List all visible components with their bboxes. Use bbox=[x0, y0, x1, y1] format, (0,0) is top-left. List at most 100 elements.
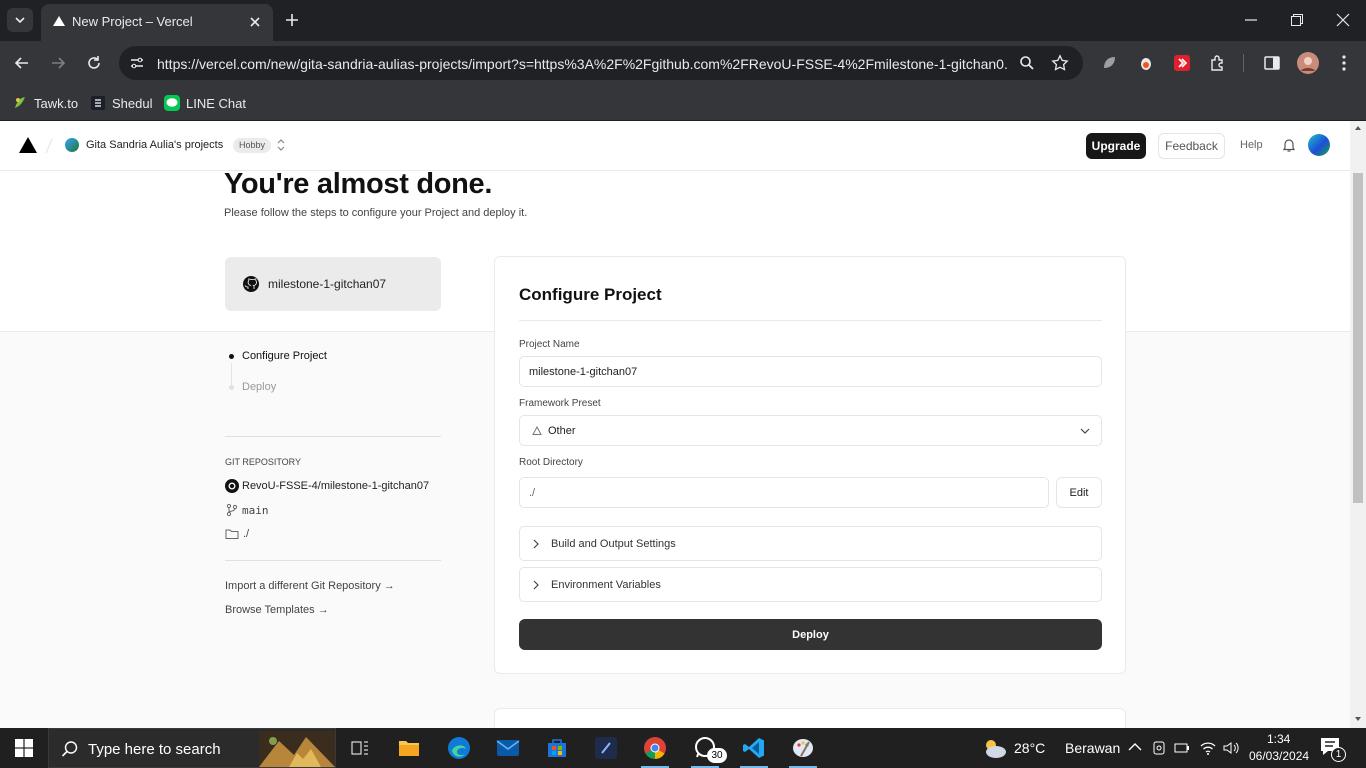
vercel-logo-icon[interactable] bbox=[18, 136, 38, 154]
battery-plug-icon[interactable] bbox=[1174, 740, 1190, 756]
repo-card-name: milestone-1-gitchan07 bbox=[268, 277, 387, 291]
zoom-search-icon[interactable] bbox=[1019, 55, 1035, 71]
shedul-icon bbox=[91, 96, 105, 110]
scrollbar-thumb[interactable] bbox=[1353, 173, 1363, 503]
framework-preset-label: Framework Preset bbox=[519, 398, 601, 409]
close-tab-icon[interactable] bbox=[247, 14, 263, 30]
restore-window-icon[interactable] bbox=[1290, 13, 1304, 27]
notification-center-button[interactable]: 1 bbox=[1320, 737, 1346, 762]
meet-now-icon[interactable] bbox=[1151, 740, 1167, 756]
bookmark-shedul[interactable]: Shedul bbox=[90, 92, 152, 114]
mail-button[interactable] bbox=[486, 728, 530, 768]
feedback-button[interactable]: Feedback bbox=[1158, 133, 1225, 159]
taskbar-search-box[interactable]: Type here to search bbox=[48, 728, 336, 768]
clock-date[interactable]: 06/03/2024 bbox=[1249, 749, 1309, 763]
task-view-icon bbox=[351, 741, 368, 755]
scroll-down-arrow-icon[interactable] bbox=[1354, 716, 1362, 722]
vercel-page: Gita Sandria Aulia's projects Hobby Upgr… bbox=[0, 121, 1350, 728]
bookmarks-bar: Tawk.to Shedul LINE Chat bbox=[0, 85, 1366, 121]
dark-app-icon bbox=[595, 737, 617, 759]
edge-button[interactable] bbox=[437, 728, 481, 768]
vscode-button[interactable] bbox=[732, 728, 776, 768]
github-icon bbox=[243, 276, 259, 292]
wifi-icon[interactable] bbox=[1199, 740, 1217, 756]
scope-name[interactable]: Gita Sandria Aulia's projects bbox=[86, 139, 223, 151]
weather-cloud-sun-icon[interactable] bbox=[981, 737, 1007, 759]
notification-count-badge: 1 bbox=[1331, 747, 1346, 762]
import-different-repo-link[interactable]: Import a different Git Repository → bbox=[225, 580, 395, 592]
extension-flame-icon[interactable] bbox=[1137, 54, 1155, 72]
paint-button[interactable] bbox=[781, 728, 825, 768]
root-directory-input[interactable]: ./ bbox=[519, 477, 1049, 508]
forward-arrow-icon[interactable] bbox=[49, 54, 67, 72]
search-icon bbox=[61, 741, 78, 757]
tab-search-button[interactable] bbox=[7, 8, 33, 32]
volume-icon[interactable] bbox=[1222, 740, 1240, 756]
new-tab-icon[interactable] bbox=[283, 11, 301, 29]
page-subtitle: Please follow the steps to configure you… bbox=[224, 207, 528, 219]
git-repo-name[interactable]: RevoU-FSSE-4/milestone-1-gitchan07 bbox=[242, 480, 429, 492]
selector-chevrons-icon[interactable] bbox=[276, 138, 286, 152]
browse-templates-link[interactable]: Browse Templates → bbox=[225, 604, 329, 616]
more-menu-icon[interactable] bbox=[1336, 54, 1352, 72]
tab-title: New Project – Vercel bbox=[72, 14, 193, 29]
user-avatar[interactable] bbox=[1308, 134, 1330, 156]
environment-variables-accordion[interactable]: Environment Variables bbox=[519, 567, 1102, 602]
bookmark-label: Shedul bbox=[112, 95, 153, 111]
file-explorer-button[interactable] bbox=[387, 728, 431, 768]
extensions-puzzle-icon[interactable] bbox=[1209, 54, 1227, 72]
taskbar-search-placeholder: Type here to search bbox=[88, 741, 221, 758]
notification-bell-icon[interactable] bbox=[1281, 137, 1297, 153]
step-configure-project: Configure Project bbox=[242, 350, 327, 362]
profile-avatar-icon[interactable] bbox=[1297, 52, 1319, 74]
bookmark-label: LINE Chat bbox=[186, 95, 246, 111]
help-link[interactable]: Help bbox=[1240, 139, 1263, 151]
reload-icon[interactable] bbox=[85, 54, 103, 72]
build-output-settings-accordion[interactable]: Build and Output Settings bbox=[519, 526, 1102, 561]
bookmark-star-icon[interactable] bbox=[1051, 54, 1069, 72]
scroll-up-arrow-icon[interactable] bbox=[1354, 125, 1362, 131]
edit-root-directory-button[interactable]: Edit bbox=[1056, 477, 1102, 508]
task-view-button[interactable] bbox=[338, 728, 382, 768]
search-highlight-image-icon bbox=[259, 731, 335, 767]
app-button-dark[interactable] bbox=[584, 728, 628, 768]
whatsapp-button[interactable]: 30 bbox=[683, 728, 727, 768]
minimize-window-icon[interactable] bbox=[1244, 13, 1258, 27]
weather-desc[interactable]: Berawan bbox=[1065, 740, 1120, 756]
page-scrollbar[interactable] bbox=[1350, 121, 1366, 728]
folder-icon bbox=[399, 741, 419, 756]
weather-temp[interactable]: 28°C bbox=[1014, 740, 1045, 756]
root-directory-label: Root Directory bbox=[519, 457, 583, 468]
back-arrow-icon[interactable] bbox=[13, 54, 31, 72]
browser-toolbar: https://vercel.com/new/gita-sandria-auli… bbox=[0, 41, 1366, 85]
deploy-button[interactable]: Deploy bbox=[519, 619, 1102, 650]
side-panel-icon[interactable] bbox=[1263, 54, 1281, 72]
url-text: https://vercel.com/new/gita-sandria-auli… bbox=[157, 56, 1009, 72]
chrome-button[interactable] bbox=[633, 728, 677, 768]
project-name-input[interactable]: milestone-1-gitchan07 bbox=[519, 356, 1102, 387]
git-repository-heading: GIT REPOSITORY bbox=[225, 457, 302, 467]
step-dot-active bbox=[229, 354, 234, 359]
address-bar[interactable]: https://vercel.com/new/gita-sandria-auli… bbox=[119, 46, 1083, 80]
extension-leaf-icon[interactable] bbox=[1100, 54, 1118, 72]
git-directory: ./ bbox=[243, 528, 250, 540]
framework-preset-select[interactable]: Other bbox=[519, 415, 1102, 446]
extension-red-icon[interactable] bbox=[1173, 54, 1191, 72]
page-title: You're almost done. bbox=[224, 168, 493, 200]
breadcrumb-slash-icon bbox=[45, 138, 53, 154]
browser-tab-active[interactable]: New Project – Vercel bbox=[41, 4, 273, 41]
chrome-icon bbox=[644, 737, 666, 759]
vercel-triangle-icon bbox=[53, 16, 65, 26]
bookmark-line-chat[interactable]: LINE Chat bbox=[164, 92, 246, 114]
next-card-partial bbox=[494, 708, 1126, 728]
show-hidden-icons-chevron-icon[interactable] bbox=[1128, 742, 1142, 752]
scope-avatar[interactable] bbox=[65, 138, 79, 152]
clock-time[interactable]: 1:34 bbox=[1267, 732, 1290, 746]
store-button[interactable] bbox=[535, 728, 579, 768]
start-button[interactable] bbox=[2, 728, 46, 768]
project-name-label: Project Name bbox=[519, 339, 580, 350]
bookmark-tawkto[interactable]: Tawk.to bbox=[12, 92, 78, 114]
site-settings-icon[interactable] bbox=[129, 55, 145, 71]
upgrade-button[interactable]: Upgrade bbox=[1086, 133, 1146, 159]
close-window-icon[interactable] bbox=[1336, 13, 1350, 27]
